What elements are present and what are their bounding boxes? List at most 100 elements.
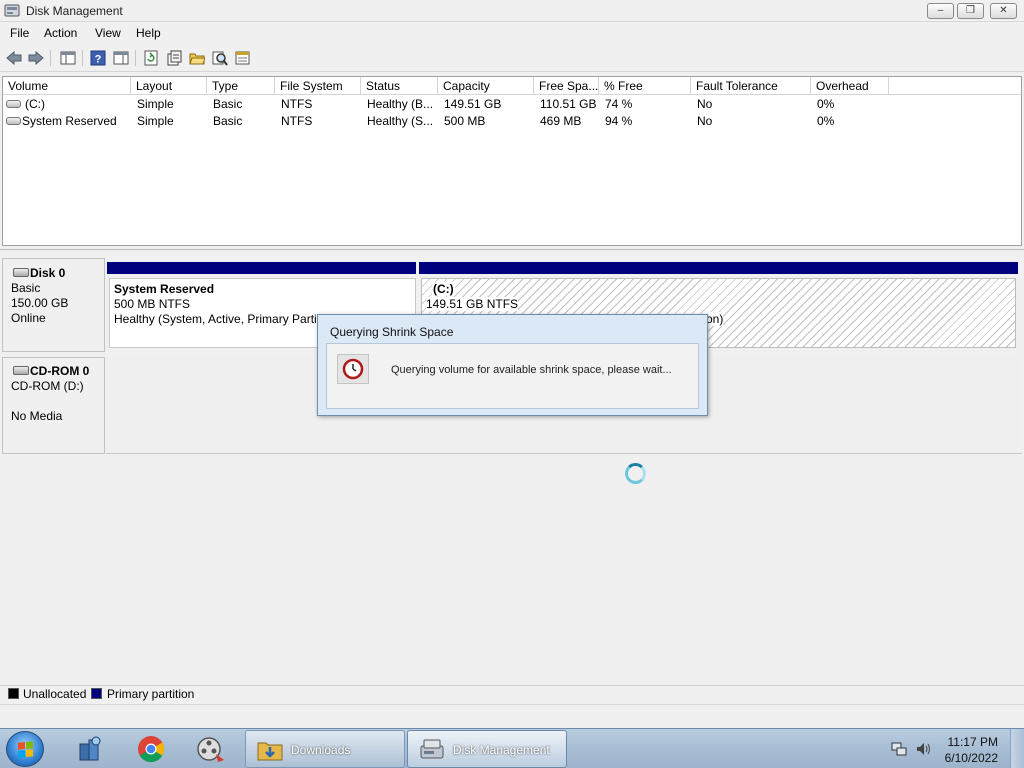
- chrome-icon[interactable]: [133, 733, 169, 765]
- partition-bar-c: [419, 262, 1018, 274]
- windows-flag-icon: [18, 741, 33, 758]
- cell-type: Basic: [213, 114, 243, 128]
- export-icon[interactable]: [234, 49, 251, 66]
- column-header-file-system[interactable]: File System: [275, 77, 361, 95]
- clock-icon: [337, 354, 369, 384]
- busy-spinner-icon: [625, 463, 646, 484]
- column-header-free-space[interactable]: Free Spa...: [534, 77, 599, 95]
- cdrom-drive-icon: [13, 366, 29, 375]
- cdrom-0-state: No Media: [11, 409, 63, 423]
- window-title: Disk Management: [26, 4, 123, 18]
- help-icon[interactable]: ?: [89, 49, 106, 66]
- volume-icon[interactable]: [915, 741, 932, 757]
- partition-status: Healthy (System, Active, Primary Partiti: [114, 312, 323, 326]
- partition-name: System Reserved: [114, 282, 215, 296]
- menu-file[interactable]: File: [10, 26, 29, 40]
- disk-management-app-icon: [4, 4, 20, 17]
- cell-status: Healthy (B...: [367, 97, 434, 111]
- taskbar-button-downloads[interactable]: Downloads: [245, 730, 405, 768]
- forward-icon[interactable]: [27, 49, 44, 66]
- cell-file-system: NTFS: [281, 114, 313, 128]
- partition-filesystem: 500 MB NTFS: [114, 297, 191, 311]
- disk-0-label[interactable]: Disk 0 Basic 150.00 GB Online: [2, 258, 105, 352]
- cell-capacity: 149.51 GB: [444, 97, 502, 111]
- querying-shrink-space-dialog: Querying Shrink Space Querying volume fo…: [317, 314, 708, 416]
- cdrom-0-label[interactable]: CD-ROM 0 CD-ROM (D:) No Media: [2, 357, 105, 454]
- partition-status: on): [706, 312, 724, 326]
- toolbar-separator: [50, 50, 51, 66]
- cell-fault-tolerance: No: [697, 114, 713, 128]
- cdrom-0-name: CD-ROM 0: [30, 364, 90, 378]
- network-icon[interactable]: [891, 741, 908, 757]
- status-bar: [0, 704, 1024, 728]
- clock-date: 6/10/2022: [944, 751, 998, 765]
- column-header-volume[interactable]: Volume: [3, 77, 131, 95]
- disk-0-name: Disk 0: [30, 266, 66, 280]
- table-row[interactable]: System Reserved Simple Basic NTFS Health…: [3, 113, 1021, 130]
- legend: Unallocated Primary partition: [0, 685, 1024, 703]
- column-header-capacity[interactable]: Capacity: [438, 77, 534, 95]
- legend-label-primary-partition: Primary partition: [107, 687, 195, 701]
- disk-0-state: Online: [11, 311, 46, 325]
- menu-view[interactable]: View: [95, 26, 121, 40]
- cell-capacity: 500 MB: [444, 114, 486, 128]
- column-header-percent-free[interactable]: % Free: [599, 77, 691, 95]
- svg-text:?: ?: [94, 53, 101, 65]
- volume-list: Volume Layout Type File System Status Ca…: [2, 76, 1022, 246]
- start-button[interactable]: [6, 731, 44, 767]
- minimize-button[interactable]: –: [927, 3, 954, 19]
- disk-0-kind: Basic: [11, 281, 41, 295]
- cdrom-0-kind: CD-ROM (D:): [11, 379, 84, 393]
- refresh-icon[interactable]: [142, 49, 159, 66]
- legend-label-unallocated: Unallocated: [23, 687, 87, 701]
- column-header-type[interactable]: Type: [207, 77, 275, 95]
- partition-name: (C:): [432, 282, 455, 296]
- cell-free-space: 110.51 GB: [540, 97, 597, 111]
- maximize-button[interactable]: ❐: [957, 3, 984, 19]
- column-header-status[interactable]: Status: [361, 77, 438, 95]
- search-icon[interactable]: [211, 49, 228, 66]
- show-hide-icon[interactable]: [112, 49, 129, 66]
- show-desktop-button[interactable]: [1010, 729, 1024, 768]
- cell-status: Healthy (S...: [367, 114, 434, 128]
- open-icon[interactable]: [188, 49, 205, 66]
- cell-type: Basic: [213, 97, 243, 111]
- menu-help[interactable]: Help: [136, 26, 161, 40]
- taskbar-button-disk-management[interactable]: Disk Management: [407, 730, 567, 768]
- column-header-overhead[interactable]: Overhead: [811, 77, 889, 95]
- partition-filesystem: 149.51 GB NTFS: [426, 297, 519, 311]
- console-tree-icon[interactable]: [59, 49, 76, 66]
- back-icon[interactable]: [5, 49, 22, 66]
- clock[interactable]: 11:17 PM 6/10/2022: [945, 734, 998, 766]
- title-bar: Disk Management – ❐ ✕: [0, 0, 1024, 22]
- volume-list-header: Volume Layout Type File System Status Ca…: [3, 77, 1021, 95]
- dialog-title: Querying Shrink Space: [330, 325, 454, 339]
- media-player-icon[interactable]: [193, 733, 229, 765]
- cell-volume: System Reserved: [22, 114, 117, 128]
- hard-disk-icon: [13, 268, 29, 277]
- properties-icon[interactable]: [165, 49, 182, 66]
- column-header-fault-tolerance[interactable]: Fault Tolerance: [691, 77, 811, 95]
- table-row[interactable]: (C:) Simple Basic NTFS Healthy (B... 149…: [3, 96, 1021, 113]
- network-app-icon[interactable]: [71, 733, 107, 765]
- partition-bar-system-reserved: [107, 262, 416, 274]
- menu-action[interactable]: Action: [44, 26, 77, 40]
- taskbar-label: Disk Management: [453, 743, 550, 757]
- disk-management-icon: [420, 739, 444, 759]
- cell-fault-tolerance: No: [697, 97, 713, 111]
- menu-bar: File Action View Help: [0, 23, 1024, 43]
- cell-volume: (C:): [25, 97, 45, 111]
- legend-swatch-primary-partition: [91, 688, 102, 699]
- volume-disk-icon: [6, 117, 21, 125]
- taskbar: Downloads Disk Management 11:17 PM 6/10/…: [0, 728, 1024, 768]
- close-button[interactable]: ✕: [990, 3, 1017, 19]
- cell-percent-free: 94 %: [605, 114, 633, 128]
- column-header-layout[interactable]: Layout: [131, 77, 207, 95]
- cell-free-space: 469 MB: [540, 114, 582, 128]
- cell-overhead: 0%: [817, 97, 835, 111]
- toolbar-separator: [135, 50, 136, 66]
- cell-percent-free: 74 %: [605, 97, 633, 111]
- clock-time: 11:17 PM: [947, 735, 998, 749]
- toolbar-separator: [82, 50, 83, 66]
- system-tray: 11:17 PM 6/10/2022: [884, 729, 1024, 768]
